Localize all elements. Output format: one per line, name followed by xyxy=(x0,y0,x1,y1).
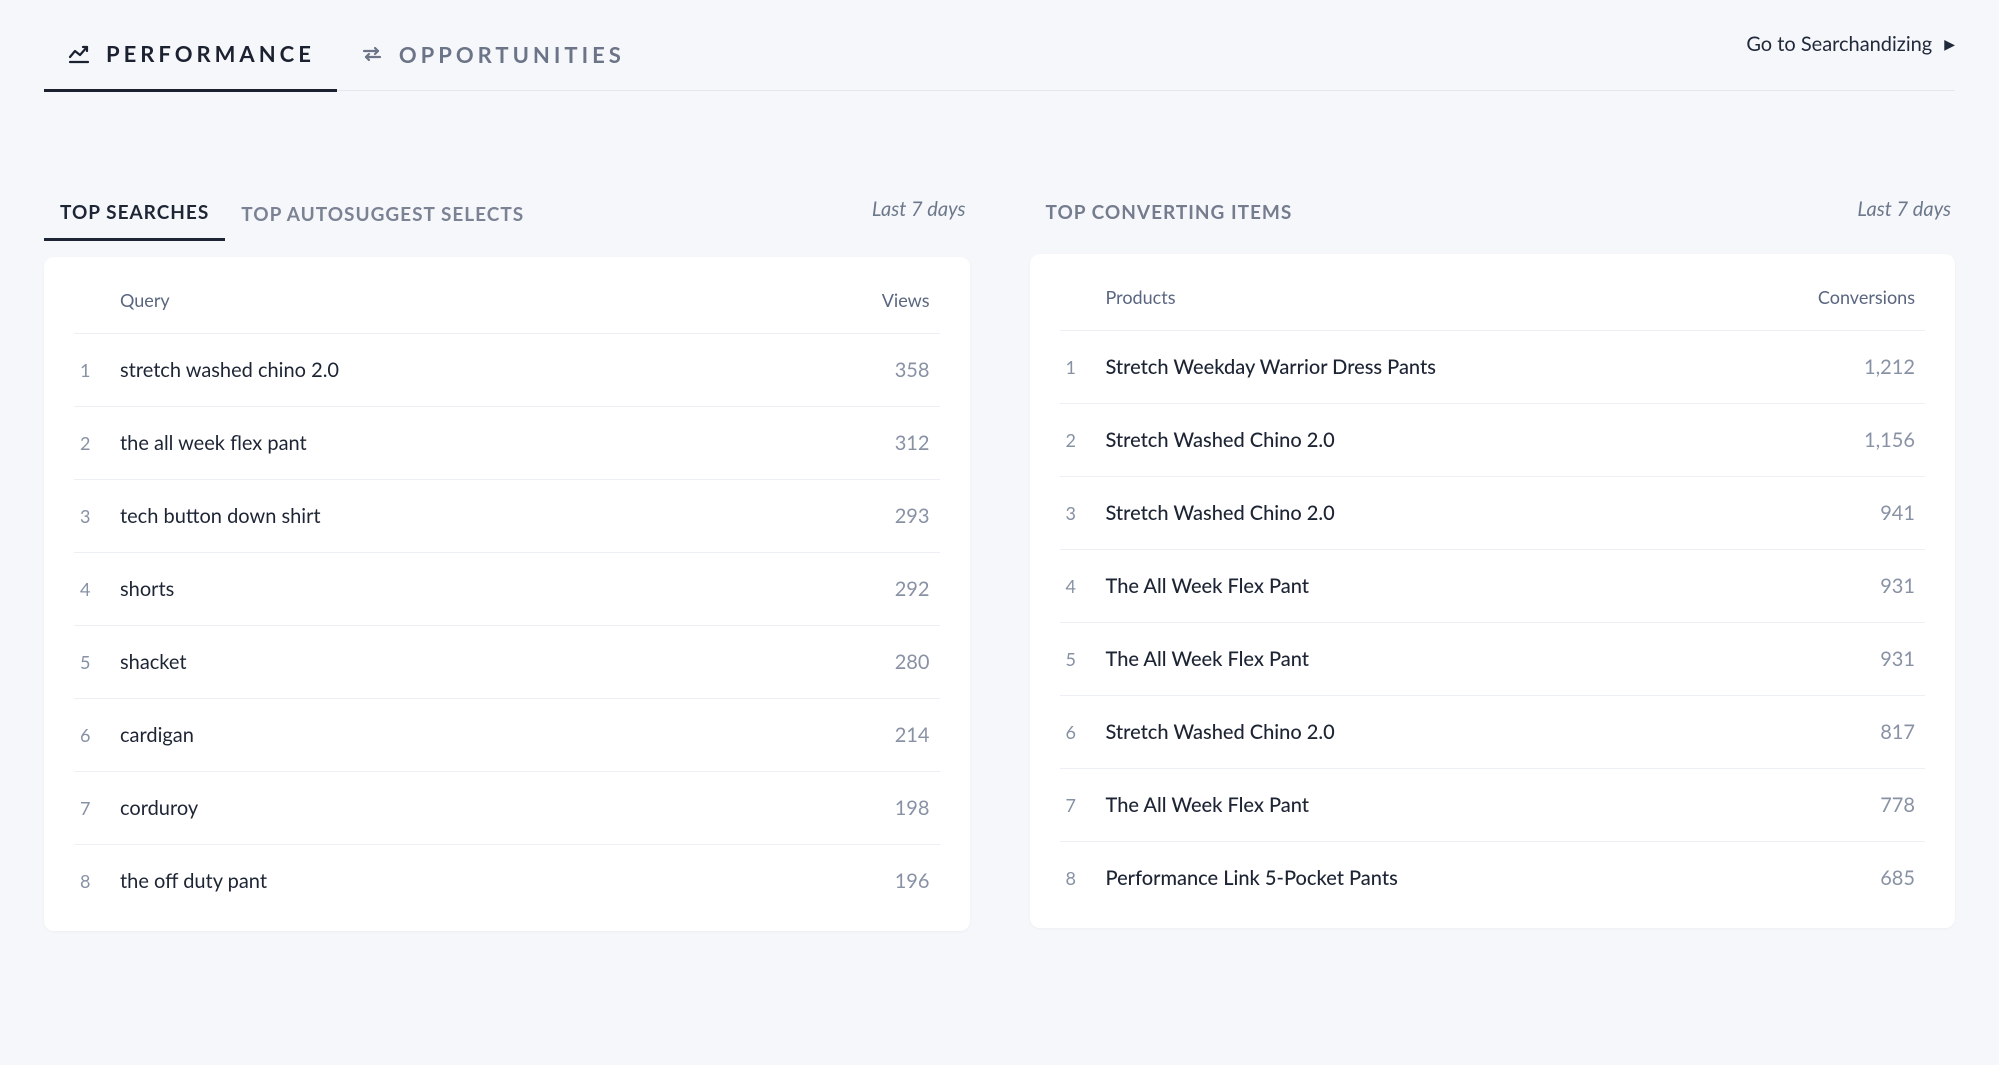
row-conversions: 931 xyxy=(1755,574,1915,598)
row-query: the off duty pant xyxy=(120,869,770,893)
row-query: the all week flex pant xyxy=(120,431,770,455)
tab-top-autosuggest[interactable]: TOP AUTOSUGGEST SELECTS xyxy=(225,193,540,240)
top-converting-title: TOP CONVERTING ITEMS xyxy=(1030,191,1309,238)
row-query: corduroy xyxy=(120,796,770,820)
tab-top-searches-label: TOP SEARCHES xyxy=(60,201,209,224)
table-row[interactable]: 8 the off duty pant 196 xyxy=(74,844,940,917)
tab-opportunities[interactable]: OPPORTUNITIES xyxy=(337,29,647,90)
row-product: The All Week Flex Pant xyxy=(1106,647,1756,671)
table-row[interactable]: 7 The All Week Flex Pant 778 xyxy=(1060,768,1926,841)
top-converting-card: Products Conversions 1 Stretch Weekday W… xyxy=(1030,254,1956,928)
tab-top-searches[interactable]: TOP SEARCHES xyxy=(44,191,225,241)
row-views: 214 xyxy=(770,723,930,747)
col-conversions: Conversions xyxy=(1755,286,1915,308)
row-query: cardigan xyxy=(120,723,770,747)
row-product: Stretch Weekday Warrior Dress Pants xyxy=(1106,355,1756,379)
table-row[interactable]: 6 cardigan 214 xyxy=(74,698,940,771)
row-index: 5 xyxy=(80,651,120,673)
row-query: shacket xyxy=(120,650,770,674)
row-views: 198 xyxy=(770,796,930,820)
row-conversions: 685 xyxy=(1755,866,1915,890)
row-query: stretch washed chino 2.0 xyxy=(120,358,770,382)
row-product: Performance Link 5-Pocket Pants xyxy=(1106,866,1756,890)
table-row[interactable]: 7 corduroy 198 xyxy=(74,771,940,844)
row-product: Stretch Washed Chino 2.0 xyxy=(1106,720,1756,744)
go-to-searchandizing-label: Go to Searchandizing xyxy=(1746,32,1932,56)
table-row[interactable]: 3 tech button down shirt 293 xyxy=(74,479,940,552)
row-conversions: 1,212 xyxy=(1755,355,1915,379)
row-index: 8 xyxy=(1066,867,1106,889)
row-views: 196 xyxy=(770,869,930,893)
row-index: 8 xyxy=(80,870,120,892)
row-query: shorts xyxy=(120,577,770,601)
row-conversions: 941 xyxy=(1755,501,1915,525)
row-index: 3 xyxy=(80,505,120,527)
time-range-left: Last 7 days xyxy=(872,197,966,221)
col-query: Query xyxy=(120,289,770,311)
row-product: Stretch Washed Chino 2.0 xyxy=(1106,428,1756,452)
row-index: 3 xyxy=(1066,502,1106,524)
top-searches-card: Query Views 1 stretch washed chino 2.0 3… xyxy=(44,257,970,931)
top-searches-header: Query Views xyxy=(74,267,940,333)
go-to-searchandizing-link[interactable]: Go to Searchandizing ▶ xyxy=(1746,32,1955,56)
right-panel-header: TOP CONVERTING ITEMS Last 7 days xyxy=(1030,191,1956,238)
table-row[interactable]: 4 shorts 292 xyxy=(74,552,940,625)
row-views: 292 xyxy=(770,577,930,601)
row-index: 2 xyxy=(80,432,120,454)
table-row[interactable]: 1 Stretch Weekday Warrior Dress Pants 1,… xyxy=(1060,330,1926,403)
row-index: 2 xyxy=(1066,429,1106,451)
row-views: 280 xyxy=(770,650,930,674)
table-row[interactable]: 3 Stretch Washed Chino 2.0 941 xyxy=(1060,476,1926,549)
row-conversions: 817 xyxy=(1755,720,1915,744)
left-panel-tabs: TOP SEARCHES TOP AUTOSUGGEST SELECTS Las… xyxy=(44,191,970,241)
row-views: 358 xyxy=(770,358,930,382)
row-product: The All Week Flex Pant xyxy=(1106,793,1756,817)
table-row[interactable]: 5 shacket 280 xyxy=(74,625,940,698)
row-conversions: 931 xyxy=(1755,647,1915,671)
row-index: 1 xyxy=(1066,356,1106,378)
trend-icon xyxy=(66,41,92,67)
table-row[interactable]: 8 Performance Link 5-Pocket Pants 685 xyxy=(1060,841,1926,914)
row-index: 5 xyxy=(1066,648,1106,670)
main-tabs: PERFORMANCE OPPORTUNITIES Go to Searchan… xyxy=(44,0,1955,91)
tab-top-autosuggest-label: TOP AUTOSUGGEST SELECTS xyxy=(241,203,524,226)
tab-opportunities-label: OPPORTUNITIES xyxy=(399,41,625,68)
swap-icon xyxy=(359,41,385,67)
tab-performance-label: PERFORMANCE xyxy=(106,40,315,67)
row-index: 1 xyxy=(80,359,120,381)
row-index: 7 xyxy=(1066,794,1106,816)
row-product: Stretch Washed Chino 2.0 xyxy=(1106,501,1756,525)
row-conversions: 1,156 xyxy=(1755,428,1915,452)
table-row[interactable]: 2 the all week flex pant 312 xyxy=(74,406,940,479)
row-query: tech button down shirt xyxy=(120,504,770,528)
chevron-right-icon: ▶ xyxy=(1944,35,1955,53)
row-views: 293 xyxy=(770,504,930,528)
table-row[interactable]: 6 Stretch Washed Chino 2.0 817 xyxy=(1060,695,1926,768)
row-index: 6 xyxy=(1066,721,1106,743)
table-row[interactable]: 4 The All Week Flex Pant 931 xyxy=(1060,549,1926,622)
row-views: 312 xyxy=(770,431,930,455)
col-views: Views xyxy=(770,289,930,311)
top-converting-header: Products Conversions xyxy=(1060,264,1926,330)
row-index: 6 xyxy=(80,724,120,746)
tab-performance[interactable]: PERFORMANCE xyxy=(44,28,337,92)
row-index: 7 xyxy=(80,797,120,819)
table-row[interactable]: 1 stretch washed chino 2.0 358 xyxy=(74,333,940,406)
table-row[interactable]: 2 Stretch Washed Chino 2.0 1,156 xyxy=(1060,403,1926,476)
time-range-right: Last 7 days xyxy=(1857,197,1951,221)
row-product: The All Week Flex Pant xyxy=(1106,574,1756,598)
row-index: 4 xyxy=(80,578,120,600)
row-conversions: 778 xyxy=(1755,793,1915,817)
row-index: 4 xyxy=(1066,575,1106,597)
table-row[interactable]: 5 The All Week Flex Pant 931 xyxy=(1060,622,1926,695)
col-products: Products xyxy=(1106,286,1756,308)
